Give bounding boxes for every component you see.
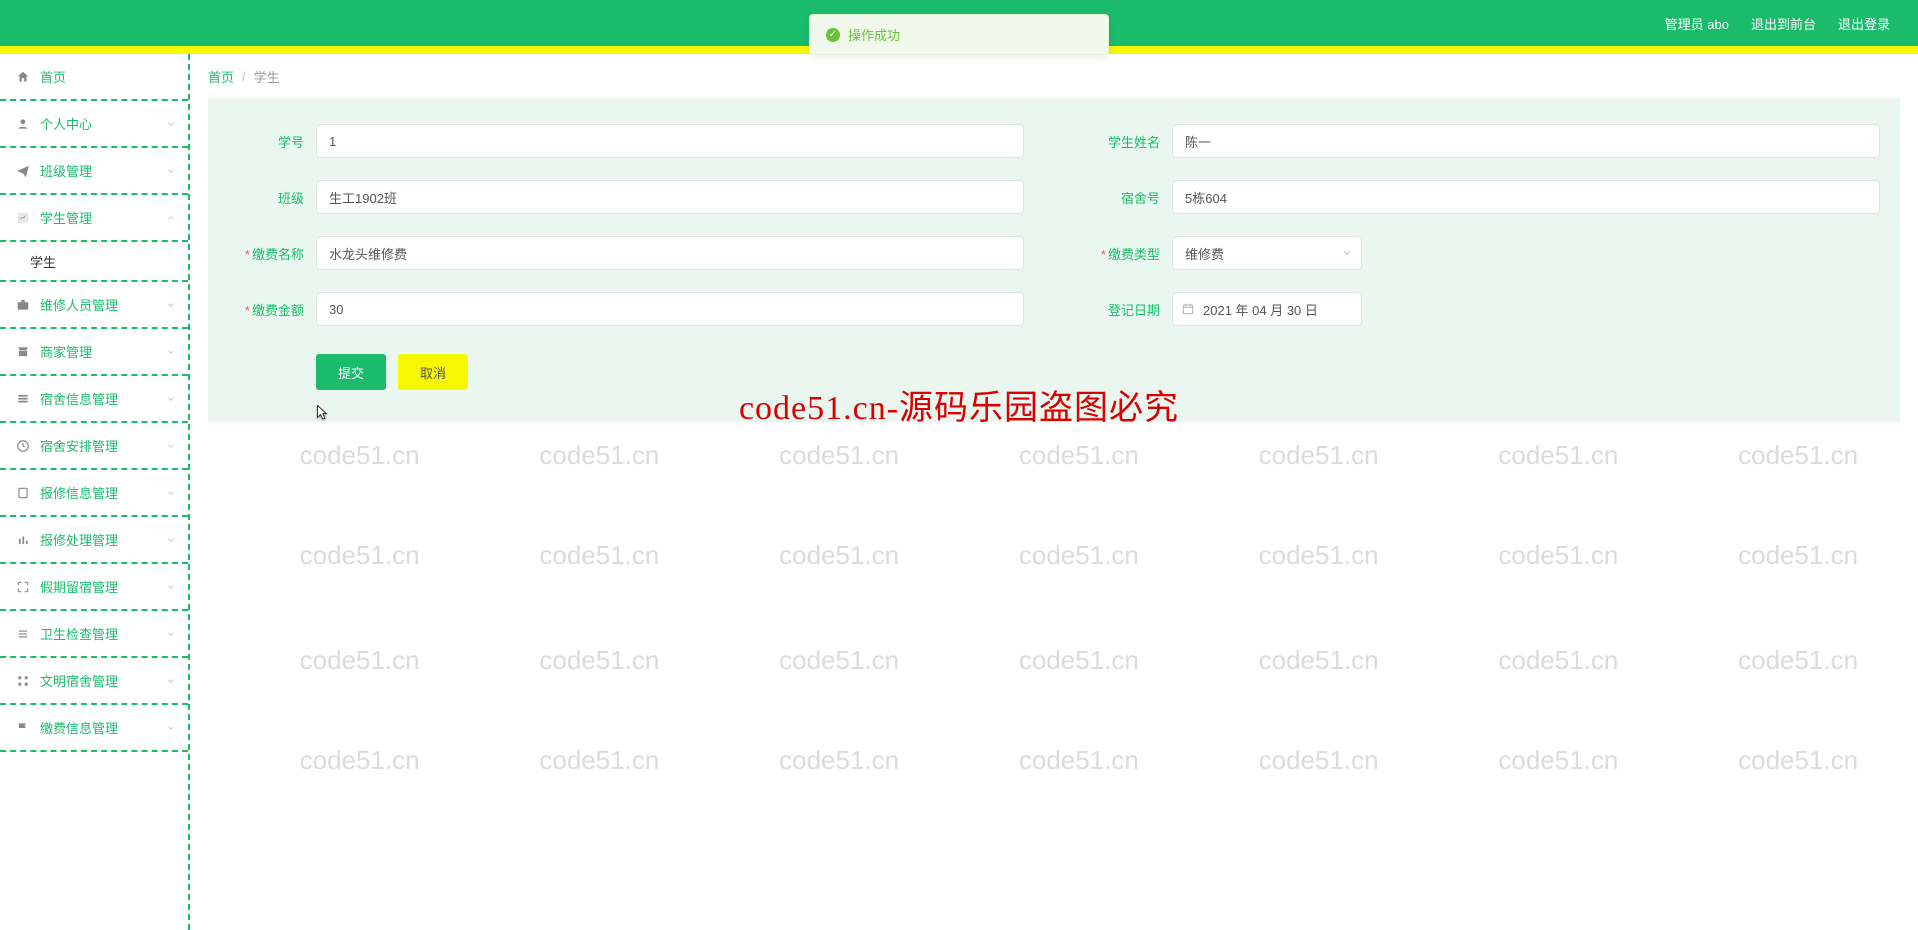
input-dorm[interactable] — [1172, 180, 1880, 214]
sidebar-item-label: 维修人员管理 — [40, 295, 118, 314]
success-check-icon: ✓ — [826, 28, 840, 42]
header-logout-link[interactable]: 退出登录 — [1838, 14, 1890, 33]
sidebar-item-label: 个人中心 — [40, 114, 92, 133]
sidebar-item-repair-info[interactable]: 报修信息管理 — [0, 470, 188, 517]
chevron-down-icon — [166, 582, 176, 592]
input-reg-date[interactable] — [1172, 292, 1362, 326]
chevron-down-icon — [166, 629, 176, 639]
sidebar-item-merchant[interactable]: 商家管理 — [0, 329, 188, 376]
stack-icon — [16, 392, 30, 406]
expand-icon — [16, 580, 30, 594]
sidebar-sub-student[interactable]: 学生 — [0, 242, 188, 282]
mouse-cursor-icon — [313, 404, 331, 422]
sidebar-item-student[interactable]: 学生管理 — [0, 195, 188, 242]
cancel-button[interactable]: 取消 — [398, 354, 468, 390]
sidebar-item-maintenance-staff[interactable]: 维修人员管理 — [0, 282, 188, 329]
input-student-name[interactable] — [1172, 124, 1880, 158]
sidebar-item-label: 缴费信息管理 — [40, 718, 118, 737]
chevron-down-icon — [166, 535, 176, 545]
shop-icon — [16, 345, 30, 359]
send-icon — [16, 164, 30, 178]
chevron-down-icon — [166, 300, 176, 310]
home-icon — [16, 70, 30, 84]
doc-icon — [16, 486, 30, 500]
user-icon — [16, 117, 30, 131]
clock-icon — [16, 439, 30, 453]
briefcase-icon — [16, 298, 30, 312]
sidebar-item-label: 报修信息管理 — [40, 483, 118, 502]
chart-icon — [16, 211, 30, 225]
chevron-down-icon — [166, 394, 176, 404]
chevron-down-icon — [166, 723, 176, 733]
sidebar-item-label: 学生管理 — [40, 208, 92, 227]
label-dorm: 宿舍号 — [1084, 188, 1172, 207]
label-fee-name: *缴费名称 — [228, 244, 316, 263]
list-icon — [16, 627, 30, 641]
sidebar: 首页 个人中心 班级管理 学生管理 学生 维修人员管理 商家管理 — [0, 54, 190, 930]
label-reg-date: 登记日期 — [1084, 300, 1172, 319]
sidebar-item-holiday-stay[interactable]: 假期留宿管理 — [0, 564, 188, 611]
input-fee-name[interactable] — [316, 236, 1024, 270]
sidebar-item-fee-info[interactable]: 缴费信息管理 — [0, 705, 188, 752]
sidebar-item-class[interactable]: 班级管理 — [0, 148, 188, 195]
label-class: 班级 — [228, 188, 316, 207]
breadcrumb-root[interactable]: 首页 — [208, 67, 234, 86]
sidebar-item-dorm-arrange[interactable]: 宿舍安排管理 — [0, 423, 188, 470]
sidebar-item-label: 卫生检查管理 — [40, 624, 118, 643]
input-student-id[interactable] — [316, 124, 1024, 158]
sidebar-item-label: 文明宿舍管理 — [40, 671, 118, 690]
sidebar-item-repair-handle[interactable]: 报修处理管理 — [0, 517, 188, 564]
flag-icon — [16, 721, 30, 735]
chevron-down-icon — [166, 347, 176, 357]
sidebar-item-label: 商家管理 — [40, 342, 92, 361]
sidebar-item-label: 宿舍信息管理 — [40, 389, 118, 408]
label-student-id: 学号 — [228, 132, 316, 151]
input-fee-amount[interactable] — [316, 292, 1024, 326]
main-content: 首页 / 学生 学号 学生姓名 班级 宿舍号 — [190, 54, 1918, 930]
label-student-name: 学生姓名 — [1084, 132, 1172, 151]
sidebar-item-label: 宿舍安排管理 — [40, 436, 118, 455]
chevron-down-icon — [166, 676, 176, 686]
sidebar-item-profile[interactable]: 个人中心 — [0, 101, 188, 148]
input-class[interactable] — [316, 180, 1024, 214]
header-admin-link[interactable]: 管理员 abo — [1665, 14, 1729, 33]
header-frontend-link[interactable]: 退出到前台 — [1751, 14, 1816, 33]
sidebar-item-hygiene[interactable]: 卫生检查管理 — [0, 611, 188, 658]
sidebar-item-label: 报修处理管理 — [40, 530, 118, 549]
breadcrumb: 首页 / 学生 — [208, 54, 1900, 98]
toast-text: 操作成功 — [848, 25, 900, 44]
label-fee-type: *缴费类型 — [1084, 244, 1172, 263]
sidebar-item-label: 首页 — [40, 67, 66, 86]
success-toast: ✓ 操作成功 — [809, 14, 1109, 55]
sidebar-item-label: 假期留宿管理 — [40, 577, 118, 596]
chevron-down-icon — [1341, 247, 1353, 259]
sidebar-item-home[interactable]: 首页 — [0, 54, 188, 101]
select-fee-type[interactable] — [1172, 236, 1362, 270]
calendar-icon — [1181, 302, 1195, 316]
chevron-down-icon — [166, 441, 176, 451]
chevron-up-icon — [166, 213, 176, 223]
chevron-down-icon — [166, 119, 176, 129]
grid-icon — [16, 674, 30, 688]
bars-icon — [16, 533, 30, 547]
chevron-down-icon — [166, 166, 176, 176]
chevron-down-icon — [166, 488, 176, 498]
sidebar-item-label: 班级管理 — [40, 161, 92, 180]
student-fee-form: 学号 学生姓名 班级 宿舍号 *缴费名称 — [208, 98, 1900, 422]
submit-button[interactable]: 提交 — [316, 354, 386, 390]
breadcrumb-sep: / — [242, 69, 246, 84]
sidebar-item-dorm-info[interactable]: 宿舍信息管理 — [0, 376, 188, 423]
breadcrumb-leaf: 学生 — [254, 67, 280, 86]
label-fee-amount: *缴费金额 — [228, 300, 316, 319]
sidebar-item-civil-dorm[interactable]: 文明宿舍管理 — [0, 658, 188, 705]
